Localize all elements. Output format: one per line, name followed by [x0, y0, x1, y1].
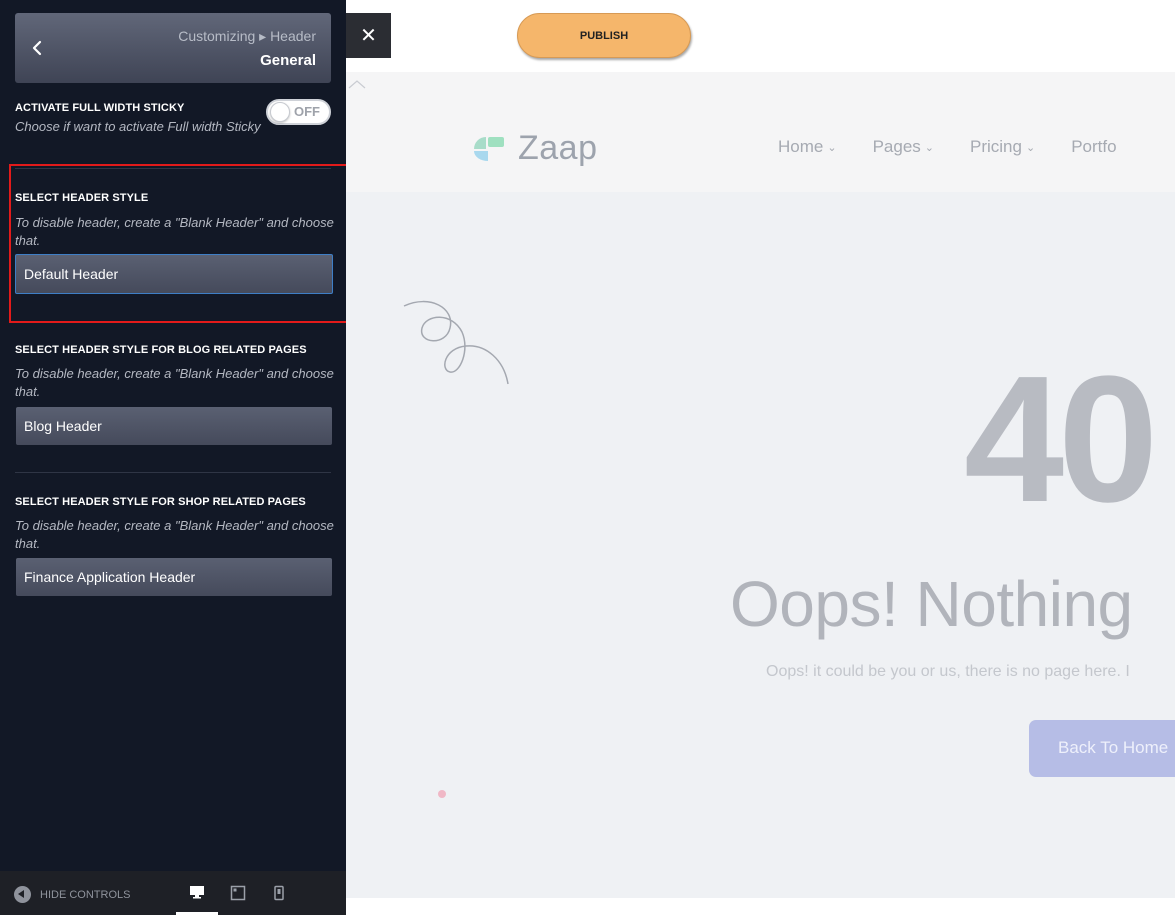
full-width-sticky-label: ACTIVATE FULL WIDTH STICKY — [15, 102, 185, 114]
nav-label: Home — [778, 137, 824, 156]
chevron-left-icon — [32, 40, 42, 56]
error-code: 40 — [964, 339, 1158, 540]
shop-header-style-label: SELECT HEADER STYLE FOR SHOP RELATED PAG… — [15, 496, 306, 508]
toggle-knob — [270, 102, 290, 122]
blog-header-style-description: To disable header, create a "Blank Heade… — [15, 366, 334, 399]
customizer-section-header: Customizing ▸ Header General — [15, 13, 331, 83]
blog-header-style-label: SELECT HEADER STYLE FOR BLOG RELATED PAG… — [15, 344, 307, 356]
divider — [15, 472, 331, 473]
site-preview: Zaap Home ⌄ Pages ⌄ Pricing ⌄ Portfo 40 Oop… — [346, 0, 1175, 915]
customizer-sidebar: Customizing ▸ Header General ACTIVATE FU… — [0, 0, 356, 915]
customizer-footer: HIDE CONTROLS — [0, 871, 346, 915]
back-to-home-button[interactable]: Back To Home — [1029, 720, 1175, 777]
header-style-description: To disable header, create a "Blank Heade… — [15, 215, 334, 248]
site-nav: Home ⌄ Pages ⌄ Pricing ⌄ Portfo — [778, 137, 1117, 157]
collapse-arrow-icon — [14, 886, 31, 903]
nav-label: Pages — [872, 137, 921, 156]
logo-text: Zaap — [518, 129, 598, 167]
close-customizer-button[interactable]: ✕ — [346, 13, 391, 58]
desktop-icon — [190, 885, 204, 898]
breadcrumb: Customizing ▸ Header — [178, 28, 316, 44]
hide-controls-label: HIDE CONTROLS — [40, 888, 131, 901]
section-title: General — [260, 52, 316, 69]
toggle-state-text: OFF — [294, 104, 320, 119]
chevron-up-icon — [348, 80, 366, 89]
preview-mobile-button[interactable] — [258, 871, 300, 915]
mobile-icon — [274, 885, 284, 901]
publish-button[interactable]: PUBLISH — [517, 13, 691, 58]
nav-item-home[interactable]: Home ⌄ — [778, 137, 837, 157]
blog-header-style-select[interactable]: Blog Header — [16, 407, 332, 445]
squiggle-decoration-icon — [403, 300, 509, 385]
header-style-label: SELECT HEADER STYLE — [15, 192, 149, 204]
nav-item-portfolio[interactable]: Portfo — [1071, 137, 1116, 157]
chevron-down-icon: ⌄ — [924, 141, 934, 154]
site-logo[interactable]: Zaap — [472, 129, 598, 168]
preview-top-bar — [346, 72, 1175, 102]
header-style-select[interactable]: Default Header — [15, 254, 333, 294]
nav-label: Pricing — [970, 137, 1022, 156]
chevron-down-icon: ⌄ — [827, 141, 837, 154]
error-subtext: Oops! it could be you or us, there is no… — [766, 663, 1130, 680]
decorative-dot — [438, 790, 446, 798]
nav-item-pages[interactable]: Pages ⌄ — [873, 137, 934, 157]
preview-page: Zaap Home ⌄ Pages ⌄ Pricing ⌄ Portfo 40 Oop… — [346, 72, 1175, 898]
nav-label: Portfo — [1071, 137, 1117, 156]
preview-desktop-button[interactable] — [176, 871, 218, 915]
shop-header-style-select[interactable]: Finance Application Header — [16, 558, 332, 596]
zaap-logo-icon — [474, 136, 504, 161]
shop-header-style-description: To disable header, create a "Blank Heade… — [15, 518, 334, 551]
back-button[interactable] — [27, 37, 47, 59]
full-width-sticky-toggle[interactable]: OFF — [266, 99, 331, 125]
nav-item-pricing[interactable]: Pricing ⌄ — [970, 137, 1035, 157]
site-header: Zaap Home ⌄ Pages ⌄ Pricing ⌄ Portfo — [346, 102, 1175, 192]
hide-controls-button[interactable]: HIDE CONTROLS — [14, 886, 130, 903]
preview-tablet-button[interactable] — [217, 871, 259, 915]
chevron-down-icon: ⌄ — [1025, 141, 1036, 154]
close-icon: ✕ — [360, 25, 377, 47]
divider — [15, 168, 331, 169]
error-headline: Oops! Nothing — [730, 568, 1133, 640]
tablet-icon — [230, 885, 246, 901]
